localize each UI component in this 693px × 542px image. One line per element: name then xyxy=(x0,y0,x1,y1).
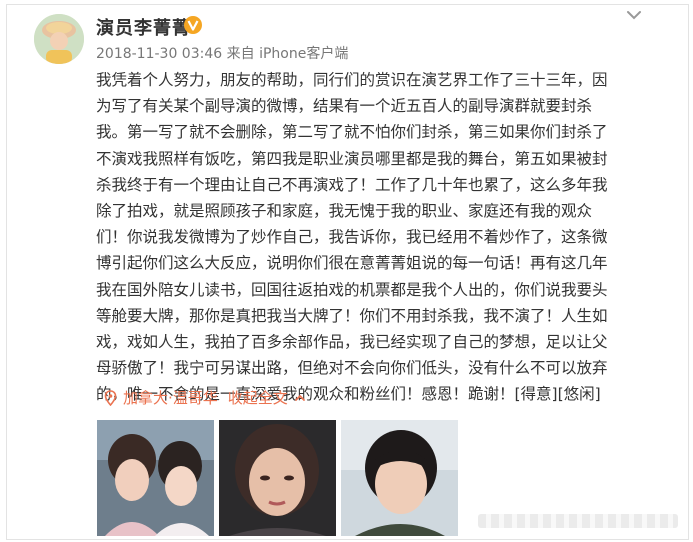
chevron-down-icon[interactable] xyxy=(625,8,643,22)
post-line: 母骄傲了！我宁可另谋出路，但绝对不会向你们低头，没有什么不可以放弃 xyxy=(96,359,608,378)
location-pin-icon xyxy=(104,389,117,406)
watermark xyxy=(478,514,678,528)
username[interactable]: 演员李菁菁 xyxy=(96,14,191,40)
post-line: 我凭着个人努力，朋友的帮助，同行们的赏识在演艺界工作了三十三年，因 xyxy=(96,71,608,89)
post-line: 除了拍戏，就是照顾孩子和家庭，我无愧于我的职业、家庭还有我的观众 xyxy=(96,201,593,220)
post-line: 我。第一写了就不会删除，第二写了就不怕你们封杀，第三如果你们封杀了 xyxy=(96,123,608,142)
location-link[interactable]: 加拿大·温哥华 xyxy=(123,387,218,408)
timestamp[interactable]: 2018-11-30 03:46 xyxy=(96,46,222,62)
verified-badge-icon xyxy=(184,16,202,34)
post-line: 我在国外陪女儿读书，回国往返拍戏的机票都是我个人出的，你们说我要头 xyxy=(96,280,608,299)
post-line: 等舱要大牌，那你是真把我当大牌了！你们不用封杀我，我不演了！人生如 xyxy=(96,306,608,325)
post-photo-1[interactable] xyxy=(97,420,214,536)
post-photo-2[interactable] xyxy=(219,420,336,536)
post-line: 博引起你们这么大反应，说明你们很在意菁菁姐说的每一句话！再有这几年 xyxy=(96,254,608,273)
post-source: 来自 iPhone客户端 xyxy=(226,46,349,62)
post-photo-3[interactable] xyxy=(341,420,458,536)
post-line: 戏，戏如人生，我拍了百多余部作品，我已经实现了自己的梦想，足以让父 xyxy=(96,332,608,351)
location-row: 加拿大·温哥华 收起全文 xyxy=(104,387,306,408)
collapse-chevron-icon[interactable] xyxy=(294,393,306,403)
post-text: 我凭着个人努力，朋友的帮助，同行们的赏识在演艺界工作了三十三年，因 为写了有关某… xyxy=(96,67,661,407)
post-line: 为写了有关某个副导演的微博，结果有一个近五百人的副导演群就要封杀 xyxy=(96,97,593,116)
collapse-text-link[interactable]: 收起全文 xyxy=(228,387,288,408)
post-meta: 2018-11-30 03:46 来自 iPhone客户端 xyxy=(96,43,348,63)
avatar[interactable] xyxy=(34,14,84,64)
post-line: 们！你说我发微博为了炒作自己，我告诉你，我已经用不着炒作了，这条微 xyxy=(96,228,608,247)
post-line: 不演戏我照样有饭吃，第四我是职业演员哪里都是我的舞台，第五如果被封 xyxy=(96,149,608,168)
post-line: 杀我终于有一个理由让自己不再演戏了！工作了几十年也累了，这么多年我 xyxy=(96,175,608,194)
